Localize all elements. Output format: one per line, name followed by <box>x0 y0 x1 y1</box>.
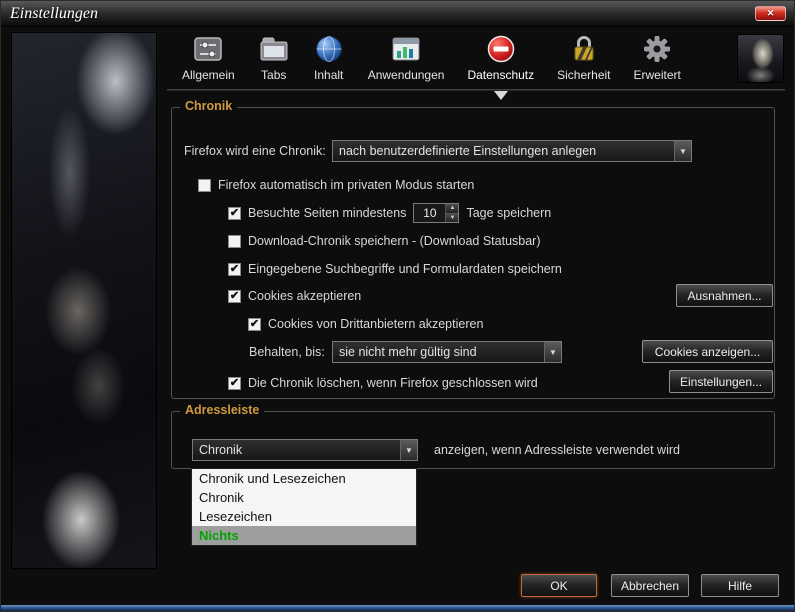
form-history-row: ✔ Eingegebene Suchbegriffe und Formulard… <box>228 258 562 280</box>
location-bar-dropdown-popup: Chronik und Lesezeichen Chronik Lesezeic… <box>191 468 417 546</box>
combo-arrow-icon[interactable]: ▼ <box>544 342 561 362</box>
toolbar-item-allgemein[interactable]: Allgemein <box>173 31 244 84</box>
tabs-icon <box>258 33 290 65</box>
titlebar: Einstellungen ✕ <box>1 1 794 27</box>
location-bar-select[interactable]: Chronik ▼ <box>192 439 418 461</box>
exceptions-button[interactable]: Ausnahmen... <box>676 284 773 307</box>
stepper-buttons: ▲ ▼ <box>445 204 458 222</box>
general-icon <box>192 33 224 65</box>
profile-avatar-image <box>737 34 784 83</box>
help-button[interactable]: Hilfe <box>701 574 779 597</box>
toolbar-divider <box>167 89 785 91</box>
visited-pages-label-after: Tage speichern <box>466 206 551 220</box>
accept-cookies-label: Cookies akzeptieren <box>248 289 361 303</box>
location-bar-legend: Adressleiste <box>180 403 264 417</box>
history-mode-row: Firefox wird eine Chronik: <box>184 140 326 162</box>
private-mode-row: Firefox automatisch im privaten Modus st… <box>198 174 474 196</box>
checkmark-icon: ✔ <box>230 291 239 302</box>
close-button[interactable]: ✕ <box>755 6 786 21</box>
clear-on-close-checkbox[interactable]: ✔ <box>228 377 241 390</box>
accept-cookies-row: ✔ Cookies akzeptieren <box>228 285 361 307</box>
visited-pages-checkbox[interactable]: ✔ <box>228 207 241 220</box>
stepper-up-icon[interactable]: ▲ <box>446 204 458 214</box>
download-history-row: Download-Chronik speichern - (Download S… <box>228 230 541 252</box>
dropdown-option-chronik-und-lesezeichen[interactable]: Chronik und Lesezeichen <box>192 469 416 488</box>
download-history-checkbox[interactable] <box>228 235 241 248</box>
visited-days-value: 10 <box>414 204 445 222</box>
toolbar-label-datenschutz: Datenschutz <box>467 68 534 82</box>
toolbar-label-allgemein: Allgemein <box>182 68 235 82</box>
toolbar-item-anwendungen[interactable]: Anwendungen <box>359 31 454 84</box>
security-lock-icon <box>568 33 600 65</box>
history-mode-select[interactable]: nach benutzerdefinierte Einstellungen an… <box>332 140 692 162</box>
dropdown-option-lesezeichen[interactable]: Lesezeichen <box>192 507 416 526</box>
location-bar-suffix-row: anzeigen, wenn Adressleiste verwendet wi… <box>434 439 680 461</box>
ok-button[interactable]: OK <box>521 574 597 597</box>
toolbar-label-tabs: Tabs <box>261 68 286 82</box>
selected-category-pointer <box>494 91 508 100</box>
content-globe-icon <box>313 33 345 65</box>
decorative-artwork-image <box>11 32 157 569</box>
private-mode-label: Firefox automatisch im privaten Modus st… <box>218 178 474 192</box>
advanced-gear-icon <box>641 33 673 65</box>
third-party-cookies-checkbox[interactable]: ✔ <box>248 318 261 331</box>
combo-arrow-icon[interactable]: ▼ <box>400 440 417 460</box>
toolbar-label-anwendungen: Anwendungen <box>368 68 445 82</box>
stepper-down-icon[interactable]: ▼ <box>446 214 458 223</box>
accept-cookies-checkbox[interactable]: ✔ <box>228 290 241 303</box>
dropdown-option-chronik[interactable]: Chronik <box>192 488 416 507</box>
checkmark-icon: ✔ <box>250 319 259 330</box>
history-mode-value: nach benutzerdefinierte Einstellungen an… <box>333 141 674 161</box>
clear-on-close-row: ✔ Die Chronik löschen, wenn Firefox gesc… <box>228 372 538 394</box>
history-groupbox: Chronik Firefox wird eine Chronik: nach … <box>171 107 775 399</box>
form-history-checkbox[interactable]: ✔ <box>228 263 241 276</box>
checkmark-icon: ✔ <box>230 378 239 389</box>
history-legend: Chronik <box>180 99 237 113</box>
category-toolbar: Allgemein Tabs <box>173 31 690 89</box>
cancel-button[interactable]: Abbrechen <box>611 574 689 597</box>
clear-settings-button[interactable]: Einstellungen... <box>669 370 773 393</box>
clear-on-close-label: Die Chronik löschen, wenn Firefox geschl… <box>248 376 538 390</box>
keep-until-row: Behalten, bis: <box>249 341 325 363</box>
visited-pages-label-before: Besuchte Seiten mindestens <box>248 206 406 220</box>
combo-arrow-icon[interactable]: ▼ <box>674 141 691 161</box>
form-history-label: Eingegebene Suchbegriffe und Formulardat… <box>248 262 562 276</box>
private-mode-checkbox[interactable] <box>198 179 211 192</box>
toolbar-label-sicherheit: Sicherheit <box>557 68 610 82</box>
location-bar-value: Chronik <box>193 440 400 460</box>
toolbar-item-inhalt[interactable]: Inhalt <box>304 31 354 84</box>
toolbar-item-sicherheit[interactable]: Sicherheit <box>548 31 619 84</box>
third-party-cookies-row: ✔ Cookies von Drittanbietern akzeptieren <box>248 313 483 335</box>
privacy-icon <box>485 33 517 65</box>
toolbar-item-tabs[interactable]: Tabs <box>249 31 299 84</box>
dropdown-option-nichts[interactable]: Nichts <box>192 526 416 545</box>
toolbar-label-erweitert: Erweitert <box>634 68 681 82</box>
toolbar-label-inhalt: Inhalt <box>314 68 343 82</box>
download-history-label: Download-Chronik speichern - (Download S… <box>248 234 541 248</box>
window-title: Einstellungen <box>10 3 98 25</box>
checkmark-icon: ✔ <box>230 264 239 275</box>
keep-until-value: sie nicht mehr gültig sind <box>333 342 544 362</box>
window-bottom-frame <box>1 605 794 611</box>
keep-until-select[interactable]: sie nicht mehr gültig sind ▼ <box>332 341 562 363</box>
location-bar-suffix-label: anzeigen, wenn Adressleiste verwendet wi… <box>434 443 680 457</box>
checkmark-icon: ✔ <box>230 208 239 219</box>
visited-days-stepper[interactable]: 10 ▲ ▼ <box>413 203 459 223</box>
toolbar-item-datenschutz[interactable]: Datenschutz <box>458 31 543 84</box>
show-cookies-button[interactable]: Cookies anzeigen... <box>642 340 773 363</box>
visited-pages-row: ✔ Besuchte Seiten mindestens 10 ▲ ▼ Tage… <box>228 202 551 224</box>
toolbar-item-erweitert[interactable]: Erweitert <box>625 31 690 84</box>
settings-window: Einstellungen ✕ Allgemein <box>0 0 795 612</box>
keep-until-label: Behalten, bis: <box>249 345 325 359</box>
third-party-cookies-label: Cookies von Drittanbietern akzeptieren <box>268 317 483 331</box>
location-bar-groupbox: Adressleiste Chronik ▼ anzeigen, wenn Ad… <box>171 411 775 469</box>
history-mode-label: Firefox wird eine Chronik: <box>184 144 326 158</box>
applications-icon <box>390 33 422 65</box>
